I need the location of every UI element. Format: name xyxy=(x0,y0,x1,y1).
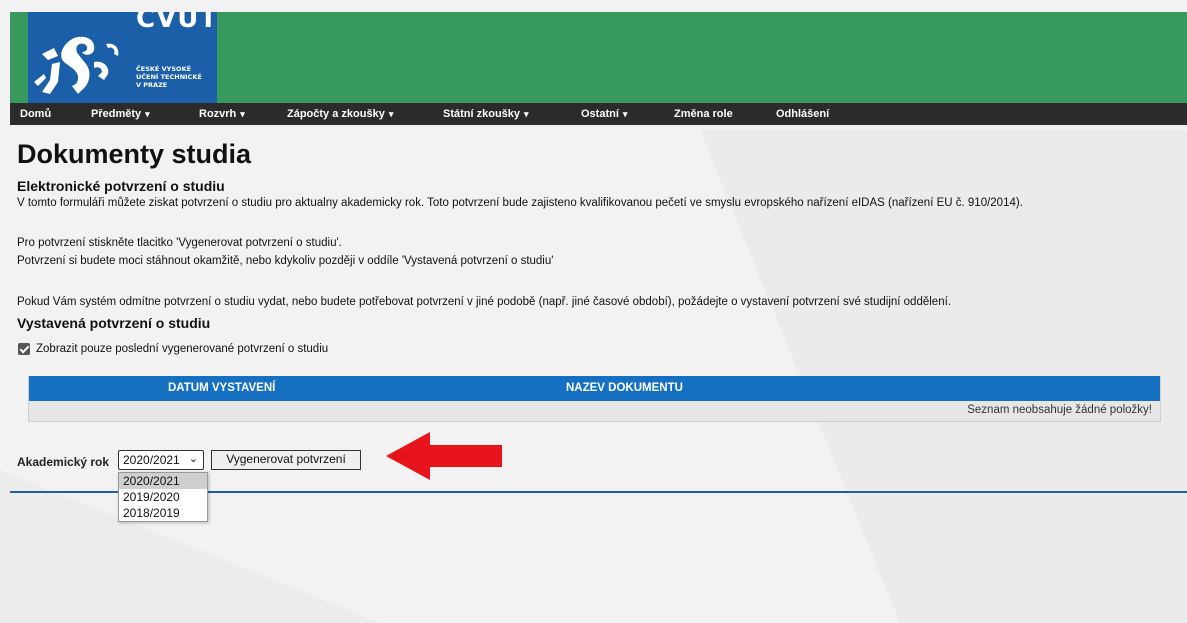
logo-subtitle-line: ČESKÉ VYSOKÉ xyxy=(136,65,192,73)
nav-item-domu[interactable]: Domů xyxy=(20,108,51,120)
section-title-electronic: Elektronické potvrzení o studiu xyxy=(17,178,225,194)
academic-year-dropdown: 2020/2021 2019/2020 2018/2019 xyxy=(118,472,208,522)
site-header: CVUT ČESKÉ VYSOKÉ UČENÍ TECHNICKÉ V PRAZ… xyxy=(10,12,1187,103)
column-header-date[interactable]: DATUM VYSTAVENÍ xyxy=(168,382,275,394)
nav-item-zapocty[interactable]: Zápočty a zkoušky ▾ xyxy=(287,108,393,120)
logo-subtitle: ČESKÉ VYSOKÉ UČENÍ TECHNICKÉ V PRAZE xyxy=(136,65,202,89)
checkbox-label: Zobrazit pouze poslední vygenerované pot… xyxy=(36,343,329,355)
nav-item-odhlaseni[interactable]: Odhlášení xyxy=(776,108,829,120)
red-arrow-icon xyxy=(386,432,502,480)
table-header: DATUM VYSTAVENÍ NAZEV DOKUMENTU xyxy=(29,376,1160,401)
nav-label: Předměty xyxy=(91,108,142,120)
lion-emblem-icon xyxy=(34,36,119,94)
logo-subtitle-line: UČENÍ TECHNICKÉ xyxy=(136,73,202,81)
nav-label: Ostatní xyxy=(581,108,619,120)
select-value: 2020/2021 xyxy=(123,453,180,467)
nav-item-zmena-role[interactable]: Změna role xyxy=(674,108,733,120)
table-row: Seznam neobsahuje žádné položky! xyxy=(29,401,1160,421)
nav-label: Státní zkoušky xyxy=(443,108,521,120)
page-title: Dokumenty studia xyxy=(17,139,252,169)
dropdown-option[interactable]: 2019/2020 xyxy=(119,489,207,505)
nav-label: Zápočty a zkoušky xyxy=(287,108,385,120)
dropdown-option[interactable]: 2018/2019 xyxy=(119,505,207,521)
certificates-table: DATUM VYSTAVENÍ NAZEV DOKUMENTU Seznam n… xyxy=(28,376,1161,422)
caret-down-icon: ▾ xyxy=(622,109,628,119)
caret-down-icon: ▾ xyxy=(145,109,150,119)
nav-item-ostatni[interactable]: Ostatní ▾ xyxy=(581,108,627,120)
note-text: Pokud Vám systém odmítne potvrzení o stu… xyxy=(17,296,951,308)
caret-down-icon: ▾ xyxy=(388,109,394,119)
cvut-logo[interactable]: CVUT ČESKÉ VYSOKÉ UČENÍ TECHNICKÉ V PRAZ… xyxy=(28,12,217,103)
academic-year-label: Akademický rok xyxy=(17,455,110,469)
instruction-text: Pro potvrzení stiskněte tlacitko 'Vygene… xyxy=(17,237,342,249)
instruction-text: Potvrzení si budete moci stáhnout okamži… xyxy=(17,255,554,267)
nav-item-statni-zkousky[interactable]: Státní zkoušky ▾ xyxy=(443,108,529,120)
nav-label: Rozvrh xyxy=(199,108,237,120)
nav-label: Změna role xyxy=(674,108,733,120)
column-header-name[interactable]: NAZEV DOKUMENTU xyxy=(566,382,683,394)
dropdown-option[interactable]: 2020/2021 xyxy=(119,473,207,489)
nav-label: Domů xyxy=(20,108,52,120)
logo-title: CVUT xyxy=(136,12,217,34)
caret-down-icon: ▾ xyxy=(524,109,529,119)
nav-item-predmety[interactable]: Předměty ▾ xyxy=(91,108,150,120)
nav-label: Odhlášení xyxy=(776,108,830,120)
only-last-checkbox[interactable] xyxy=(18,343,30,355)
intro-text: V tomto formuláři můžete ziskat potvrzen… xyxy=(17,197,1023,209)
empty-message: Seznam neobsahuje žádné položky! xyxy=(967,404,1152,416)
main-nav: Domů Předměty ▾ Rozvrh ▾ Zápočty a zkoušky… xyxy=(10,103,1187,125)
logo-subtitle-line: V PRAZE xyxy=(136,81,168,89)
chevron-down-icon: ⌄ xyxy=(188,453,198,465)
nav-item-rozvrh[interactable]: Rozvrh ▾ xyxy=(199,108,245,120)
section-title-issued: Vystavená potvrzení o studiu xyxy=(17,315,211,331)
generate-button[interactable]: Vygenerovat potvrzení xyxy=(211,450,361,470)
academic-year-select[interactable]: 2020/2021 ⌄ xyxy=(118,450,204,470)
caret-down-icon: ▾ xyxy=(240,109,245,119)
